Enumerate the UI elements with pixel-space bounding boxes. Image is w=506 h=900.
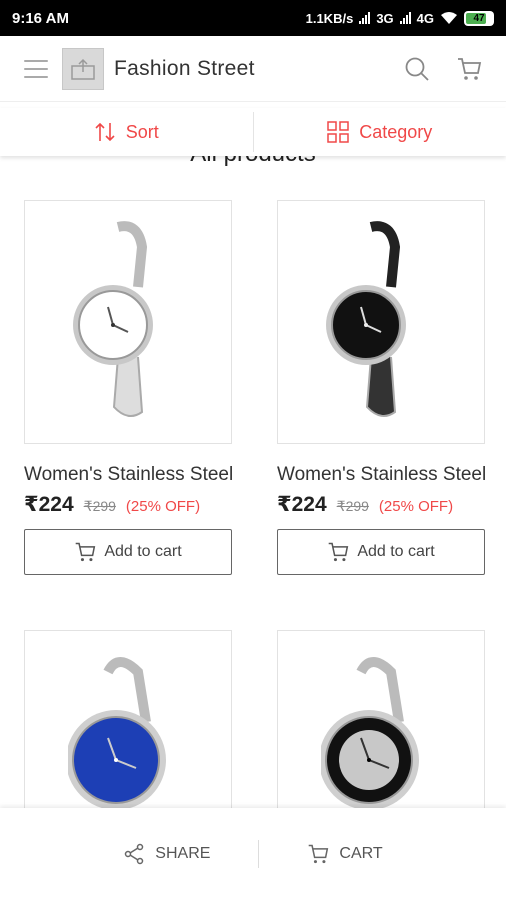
product-card[interactable]: Women's Stainless Steel ₹224 ₹299 (25% O… [277,200,506,575]
category-label: Category [359,121,433,142]
share-button[interactable]: SHARE [75,843,258,865]
sort-icon [95,122,115,142]
store-logo [62,47,104,90]
cart-label: CART [339,845,383,862]
cart-icon [329,542,349,562]
bottom-bar: SHARE CART [0,808,506,900]
sort-label: Sort [125,121,159,142]
watch-image [73,221,153,417]
cart-icon[interactable] [456,56,482,82]
watch-image [326,221,406,417]
add-to-cart-label: Add to cart [357,543,435,560]
category-grid-icon [327,121,349,143]
cart-icon [309,844,329,864]
product-card[interactable]: Women's Stainless Steel ₹224 ₹299 (25% O… [24,200,254,575]
product-mrp: ₹299 [336,498,369,514]
product-mrp: ₹299 [83,498,116,514]
net-speed: 1.1KB/s [305,10,354,26]
battery-icon: 47 [464,10,494,26]
status-bar: 9:16 AM 1.1KB/s 3G 4G 47 [0,0,506,36]
product-discount: (25% OFF) [378,498,454,515]
filter-bar: Sort Category [0,108,506,156]
product-name[interactable]: Women's Stainless Steel [24,464,254,486]
product-name[interactable]: Women's Stainless Steel [277,464,506,486]
status-indicators: 1.1KB/s 3G 4G 47 [305,10,494,26]
net-type-1: 3G [376,10,394,26]
share-label: SHARE [155,845,211,862]
search-icon[interactable] [404,56,430,82]
app-header: Fashion Street [0,36,506,102]
product-price: ₹224 [277,493,327,516]
cart-icon [76,542,96,562]
net-type-2: 4G [416,10,434,26]
add-to-cart-button[interactable]: Add to cart [24,529,232,575]
signal-icon [359,12,371,24]
status-time: 9:16 AM [12,9,69,27]
product-price: ₹224 [24,493,74,516]
product-image[interactable] [24,200,232,444]
menu-icon[interactable] [24,59,48,78]
add-to-cart-button[interactable]: Add to cart [277,529,485,575]
wifi-icon [441,11,457,24]
add-to-cart-label: Add to cart [104,543,182,560]
product-image[interactable] [277,200,485,444]
cart-button[interactable]: CART [259,843,430,865]
sort-button[interactable]: Sort [0,108,253,156]
share-icon [125,843,144,865]
product-discount: (25% OFF) [125,498,201,515]
signal-icon [399,12,411,24]
category-button[interactable]: Category [254,108,506,156]
app-title: Fashion Street [114,56,255,80]
